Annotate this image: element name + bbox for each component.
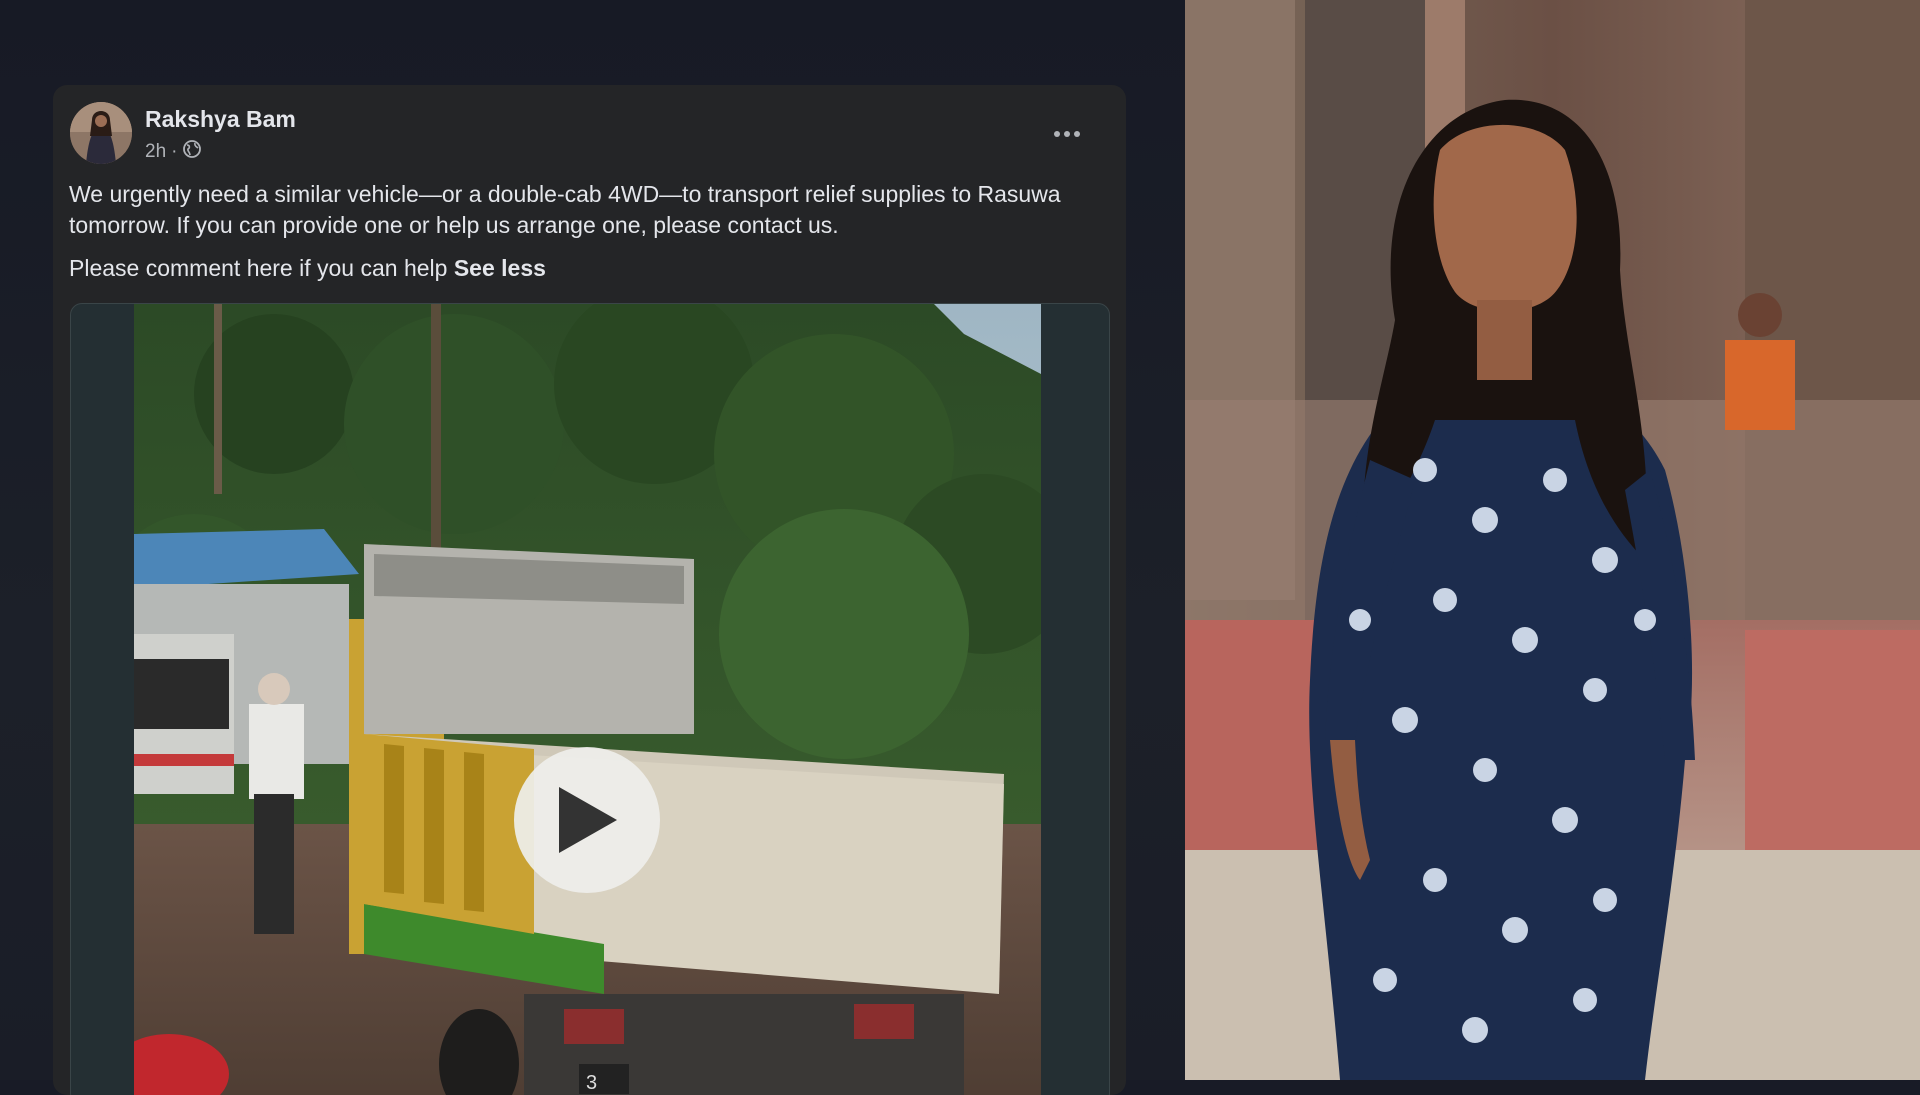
author-avatar[interactable] (70, 102, 132, 164)
see-less-link[interactable]: See less (454, 255, 546, 281)
video-thumbnail: 3 (134, 304, 1041, 1095)
video-player[interactable]: 3 (134, 304, 1041, 1095)
portrait-image (1185, 0, 1920, 1080)
play-icon (559, 787, 617, 853)
avatar-image (70, 102, 132, 164)
facebook-post-card: Rakshya Bam 2h · We urgently need a simi… (53, 85, 1126, 1095)
author-name[interactable]: Rakshya Bam (145, 106, 296, 133)
globe-icon[interactable] (182, 139, 202, 165)
post-body-second: Please comment here if you can help See … (69, 253, 1096, 284)
post-media: 3 (70, 303, 1110, 1095)
play-button[interactable] (514, 747, 660, 893)
post-meta: 2h · (145, 139, 202, 165)
meta-separator: · (171, 141, 178, 162)
more-horizontal-icon (1054, 131, 1080, 137)
post-text: We urgently need a similar vehicle—or a … (69, 179, 1096, 284)
post-body-second-text: Please comment here if you can help (69, 255, 448, 281)
post-header: Rakshya Bam 2h · (70, 102, 1109, 166)
more-options-button[interactable] (1047, 116, 1087, 152)
post-body: We urgently need a similar vehicle—or a … (69, 181, 1061, 238)
post-timestamp[interactable]: 2h (145, 141, 166, 163)
license-plate-text: 3 (586, 1072, 597, 1094)
inset-portrait-photo (1185, 0, 1920, 1080)
